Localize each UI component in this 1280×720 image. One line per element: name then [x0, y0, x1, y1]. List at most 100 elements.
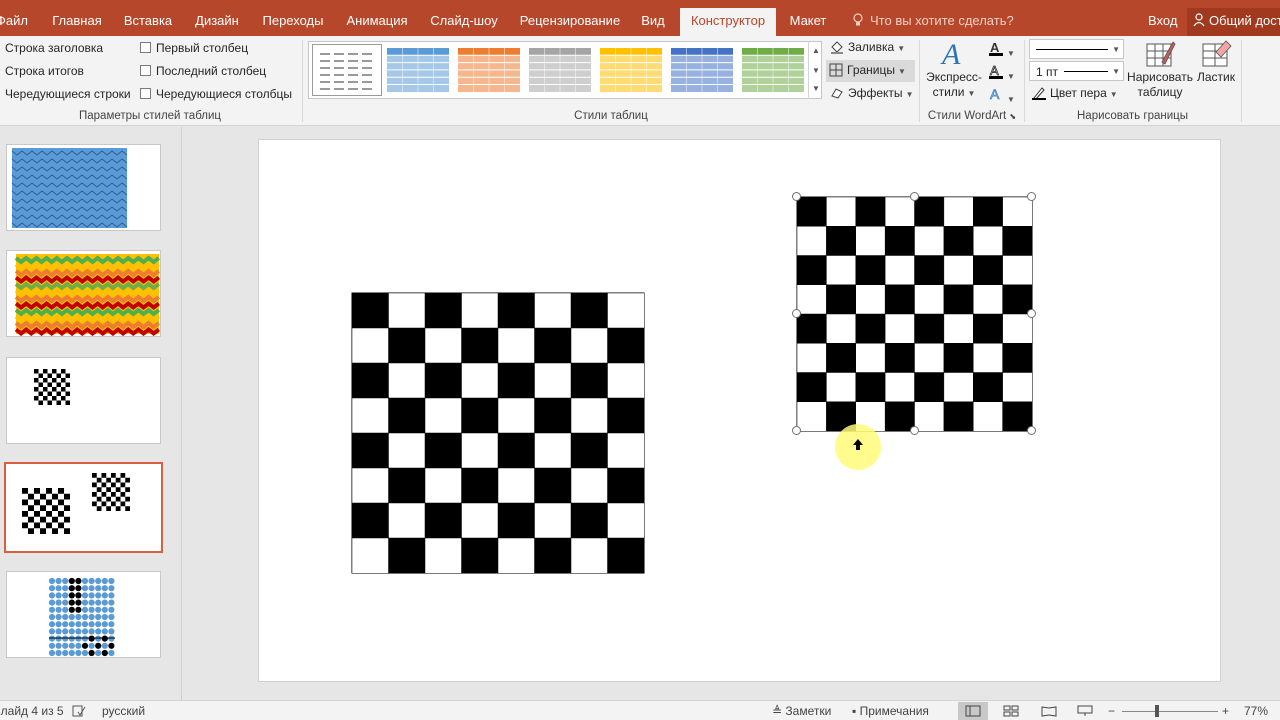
tab-animation[interactable]: Анимация — [342, 8, 412, 36]
table-cell — [461, 397, 499, 434]
slide-sorter-button[interactable] — [996, 702, 1026, 720]
zoom-level[interactable]: 77% — [1244, 704, 1268, 718]
table-cell — [884, 313, 916, 344]
pen-color-button[interactable]: Цвет пера ▼ — [1032, 86, 1118, 100]
table-cell — [855, 196, 886, 227]
effects-button[interactable]: Эффекты ▼ — [830, 86, 913, 100]
pen-weight-line — [1064, 71, 1108, 72]
resize-handle-bottom-left[interactable] — [792, 426, 801, 435]
tab-design[interactable]: Дизайн — [190, 8, 244, 36]
pen-weight-dropdown[interactable]: 1 пт ▼ — [1029, 61, 1124, 81]
tab-slideshow[interactable]: Слайд-шоу — [424, 8, 504, 36]
borders-button[interactable]: Границы ▼ — [826, 60, 915, 82]
quick-styles-button[interactable]: A Экспресс- стили ▼ — [926, 38, 982, 101]
table-cell — [534, 432, 572, 469]
text-effects-button[interactable]: A ▼ — [988, 86, 1015, 105]
first-column-checkbox[interactable]: Первый столбец — [140, 41, 248, 55]
language-indicator[interactable]: русский — [102, 704, 145, 718]
tab-home[interactable]: Главная — [42, 8, 112, 36]
more-styles-icon[interactable]: ▼ — [812, 85, 820, 93]
slide-sorter-icon — [1003, 705, 1019, 717]
resize-handle-bottom[interactable] — [910, 426, 919, 435]
reading-view-button[interactable] — [1034, 702, 1064, 720]
total-row-option[interactable]: Строка итогов — [5, 64, 84, 78]
draw-table-button[interactable]: Нарисовать таблицу — [1127, 38, 1193, 100]
dialog-launcher-icon[interactable]: ⬊ — [1009, 112, 1016, 121]
shading-button[interactable]: Заливка ▼ — [830, 40, 905, 54]
last-column-checkbox[interactable]: Последний столбец — [140, 64, 266, 78]
slide-thumbnail-1[interactable] — [6, 144, 161, 231]
zoom-slider-thumb[interactable] — [1155, 705, 1159, 717]
resize-handle-bottom-right[interactable] — [1027, 426, 1036, 435]
text-outline-button[interactable]: A ▼ — [988, 63, 1015, 82]
slide-thumbnail-4[interactable] — [4, 462, 163, 553]
banded-columns-checkbox[interactable]: Чередующиеся столбцы — [140, 87, 292, 101]
effects-label: Эффекты — [848, 86, 903, 100]
table-cell — [796, 226, 827, 257]
tab-view[interactable]: Вид — [636, 8, 670, 36]
table-cell — [855, 226, 886, 257]
table-style-swatch[interactable] — [385, 46, 451, 94]
table-cell — [534, 327, 572, 364]
table-cell — [351, 467, 390, 504]
table-cell — [796, 196, 827, 227]
resize-handle-top-left[interactable] — [792, 192, 801, 201]
table-cell — [855, 313, 886, 344]
text-fill-button[interactable]: A ▼ — [988, 40, 1015, 59]
resize-handle-top[interactable] — [910, 192, 919, 201]
table-cell — [796, 343, 827, 374]
share-button[interactable]: Общий доступ — [1187, 8, 1280, 36]
resize-handle-left[interactable] — [792, 309, 801, 318]
scroll-down-icon[interactable]: ▼ — [812, 67, 820, 75]
comments-button[interactable]: ▪ Примечания — [852, 704, 929, 718]
table-style-swatch[interactable] — [527, 46, 593, 94]
table-cell — [497, 432, 536, 469]
pen-style-dropdown[interactable]: ▼ — [1029, 39, 1124, 59]
table-cell — [1002, 372, 1033, 403]
spellcheck-icon[interactable] — [72, 705, 86, 717]
table-cell — [607, 292, 645, 329]
table-style-swatch[interactable] — [740, 46, 806, 94]
tab-transitions[interactable]: Переходы — [256, 8, 330, 36]
banded-rows-option[interactable]: Чередующиеся строки — [5, 87, 131, 101]
ribbon-tab-bar: Файл Главная Вставка Дизайн Переходы Ани… — [0, 0, 1280, 36]
tab-layout[interactable]: Макет — [784, 8, 832, 36]
tab-constructor[interactable]: Конструктор — [680, 8, 776, 36]
eraser-button[interactable]: Ластик — [1196, 38, 1236, 85]
table-style-swatch[interactable] — [456, 46, 522, 94]
table-cell — [826, 343, 857, 374]
sign-in-link[interactable]: Вход — [1148, 8, 1177, 34]
slide-canvas[interactable] — [258, 139, 1221, 682]
normal-view-button[interactable] — [958, 702, 988, 720]
table-cell — [1002, 343, 1033, 374]
slideshow-button[interactable] — [1070, 702, 1100, 720]
slide-thumbnail-5[interactable] — [6, 571, 161, 658]
header-row-option[interactable]: Строка заголовка — [5, 41, 103, 55]
tab-file[interactable]: Файл — [0, 8, 30, 36]
checker-table-left[interactable] — [351, 292, 645, 574]
tab-review[interactable]: Рецензирование — [516, 8, 624, 36]
tell-me-search[interactable]: Что вы хотите сделать? — [852, 8, 1014, 34]
zoom-in-button[interactable]: + — [1222, 704, 1229, 718]
notes-button[interactable]: ≜ Заметки — [772, 704, 831, 718]
gallery-scroll[interactable]: ▲ ▼ ▼ — [808, 41, 822, 99]
resize-handle-top-right[interactable] — [1027, 192, 1036, 201]
checker-table-right[interactable] — [796, 196, 1033, 432]
slide-thumbnail-3[interactable] — [6, 357, 161, 444]
wordart-a-icon: A — [940, 38, 961, 70]
tab-insert[interactable]: Вставка — [118, 8, 178, 36]
zoom-out-button[interactable]: − — [1108, 704, 1115, 718]
slide-thumbnail-2[interactable] — [6, 250, 161, 337]
zoom-slider-track[interactable] — [1122, 711, 1218, 712]
table-cell — [607, 467, 645, 504]
table-cell — [461, 292, 499, 329]
resize-handle-right[interactable] — [1027, 309, 1036, 318]
table-cell — [973, 196, 1004, 227]
table-style-swatch[interactable] — [669, 46, 735, 94]
scroll-up-icon[interactable]: ▲ — [812, 47, 820, 55]
table-style-swatch[interactable] — [598, 46, 664, 94]
move-cursor-icon — [853, 439, 863, 450]
table-style-swatch[interactable] — [312, 44, 382, 96]
table-cell — [884, 343, 916, 374]
table-cell — [424, 537, 463, 574]
